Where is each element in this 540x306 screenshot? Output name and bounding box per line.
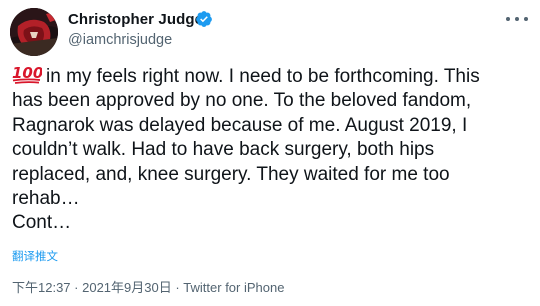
meta-separator: · xyxy=(171,280,184,295)
tweet-line: Ragnarok was delayed because of me. Augu… xyxy=(12,114,468,136)
tweet-line: Cont… xyxy=(12,212,72,234)
hundred-points-emoji-icon: 100 xyxy=(12,64,42,84)
author-handle[interactable]: @iamchrisjudge xyxy=(68,32,172,48)
tweet-time[interactable]: 下午12:37 xyxy=(12,280,71,295)
more-options-icon[interactable] xyxy=(506,11,528,27)
meta-separator: · xyxy=(70,280,83,295)
tweet-line: rehab… xyxy=(12,188,80,210)
author-name[interactable]: Christopher Judge xyxy=(68,11,203,28)
tweet-date[interactable]: 2021年9月30日 xyxy=(82,280,172,295)
avatar[interactable] xyxy=(10,8,58,56)
tweet-line: has been approved by no one. To the belo… xyxy=(12,90,472,112)
more-dot-icon xyxy=(515,17,519,21)
tweet-line-text: in my feels right now. I need to be fort… xyxy=(46,66,480,87)
tweet-line: couldn’t walk. Had to have back surgery,… xyxy=(12,139,435,161)
tweet-text: 100 in my feels right now. I need to be f… xyxy=(12,64,532,236)
more-dot-icon xyxy=(524,17,528,21)
verified-badge-icon xyxy=(196,11,212,27)
tweet-line: 100 in my feels right now. I need to be f… xyxy=(12,64,532,89)
more-dot-icon xyxy=(506,17,510,21)
translate-tweet-link[interactable]: 翻译推文 xyxy=(12,248,58,264)
tweet-source[interactable]: Twitter for iPhone xyxy=(183,280,284,295)
tweet-meta: 下午12:37 · 2021年9月30日 · Twitter for iPhon… xyxy=(12,277,284,296)
tweet-card: Christopher Judge @iamchrisjudge 100 in m… xyxy=(0,0,540,306)
tweet-line: replaced, and, knee surgery. They waited… xyxy=(12,163,450,185)
